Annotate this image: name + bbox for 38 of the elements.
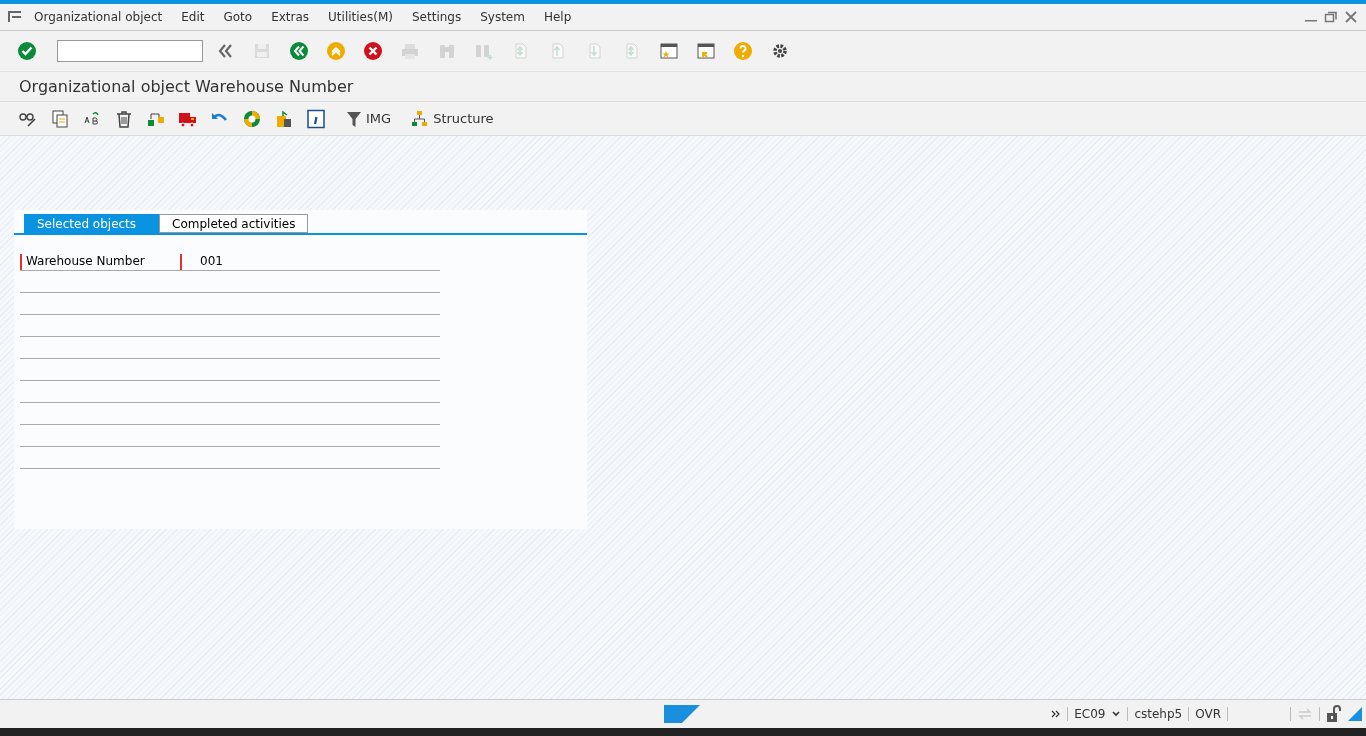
tab[interactable]: Completed activities: [159, 214, 309, 233]
trash-icon[interactable]: [114, 108, 134, 129]
cancel-icon[interactable]: [363, 41, 383, 61]
menu-item[interactable]: Goto: [223, 10, 253, 24]
menu-item[interactable]: Settings: [411, 10, 462, 24]
resize-corner-icon[interactable]: [1348, 707, 1362, 721]
caret-icon[interactable]: [1111, 709, 1122, 719]
info-icon[interactable]: [306, 108, 326, 129]
system-name: EC09: [1074, 707, 1106, 721]
menu-item[interactable]: Extras: [271, 10, 310, 24]
sap-logo-icon: [664, 705, 700, 723]
gear-icon[interactable]: [770, 41, 790, 61]
close-icon[interactable]: [1344, 10, 1358, 24]
shopping-bag-icon[interactable]: [274, 108, 294, 129]
command-field[interactable]: [57, 40, 203, 62]
input-mode: OVR: [1195, 707, 1221, 721]
menu-item[interactable]: Organizational object: [34, 10, 163, 24]
hierarchy-icon: [411, 109, 430, 128]
menu-icon[interactable]: [8, 11, 22, 23]
transfer-arrows-icon: [1297, 707, 1313, 721]
field-value: 001: [200, 254, 223, 270]
restore-icon[interactable]: [1324, 10, 1338, 24]
copy-icon[interactable]: [50, 108, 70, 129]
structure-button[interactable]: Structure: [411, 109, 494, 128]
screen-title: Organizational object Warehouse Number: [0, 72, 1366, 102]
lock-icon[interactable]: [1326, 705, 1342, 723]
server-name: cstehp5: [1134, 707, 1183, 721]
expand-icon[interactable]: [1051, 709, 1062, 719]
filter-icon: [346, 109, 362, 128]
menu-item[interactable]: System: [480, 10, 525, 24]
menu-item[interactable]: Utilities(M): [328, 10, 393, 24]
check-icon[interactable]: [17, 41, 37, 61]
back-icon[interactable]: [289, 41, 309, 61]
menu-item[interactable]: Help: [543, 10, 572, 24]
field-label: Warehouse Number: [20, 254, 182, 270]
img-button[interactable]: IMG: [346, 109, 392, 128]
circle-segments-icon[interactable]: [242, 108, 262, 129]
menu-item[interactable]: Edit: [181, 10, 205, 24]
